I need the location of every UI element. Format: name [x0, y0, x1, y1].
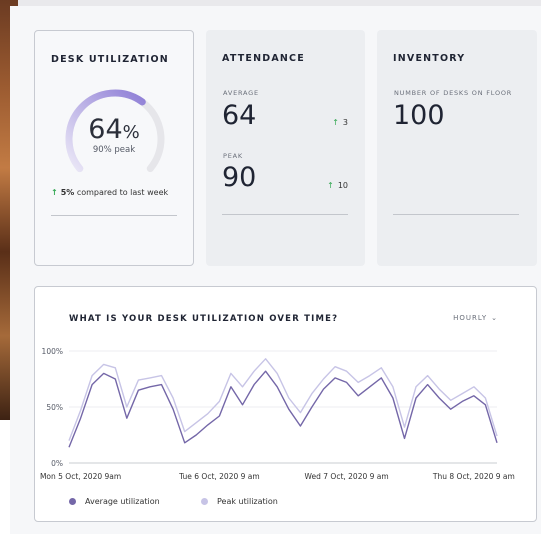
peak-delta-value: 10	[337, 181, 348, 190]
dashboard: DESK UTILIZATION 64% 90% peak ↑ 5% compar…	[10, 6, 541, 534]
gauge-number: 64	[88, 114, 123, 145]
x-tick-label: Thu 8 Oct, 2020 9 am	[432, 472, 515, 481]
up-arrow-icon: ↑	[327, 181, 334, 190]
average-label: AVERAGE	[223, 89, 259, 97]
legend-peak: Peak utilization	[201, 497, 278, 506]
desks-on-floor-value: 100	[393, 100, 445, 131]
comparison-text: compared to last week	[74, 188, 169, 197]
up-arrow-icon: ↑	[332, 118, 339, 127]
peak-value: 90	[222, 162, 257, 193]
average-delta-value: 3	[342, 118, 348, 127]
weekly-comparison: ↑ 5% compared to last week	[51, 188, 168, 197]
desk-utilization-title: DESK UTILIZATION	[51, 54, 169, 65]
comparison-value: 5%	[60, 188, 75, 197]
peak-label: PEAK	[223, 152, 243, 160]
inventory-title: INVENTORY	[393, 53, 466, 64]
x-tick-label: Wed 7 Oct, 2020 9 am	[305, 472, 389, 481]
average-delta: ↑ 3	[332, 118, 348, 127]
desk-utilization-card[interactable]: DESK UTILIZATION 64% 90% peak ↑ 5% compar…	[34, 30, 194, 266]
x-tick-label: Mon 5 Oct, 2020 9am	[40, 472, 121, 481]
legend-peak-label: Peak utilization	[217, 497, 278, 506]
inventory-card[interactable]: INVENTORY NUMBER OF DESKS ON FLOOR 100	[377, 30, 537, 266]
legend-average: Average utilization	[69, 497, 160, 506]
y-tick-label: 100%	[42, 347, 63, 356]
utilization-chart-card: WHAT IS YOUR DESK UTILIZATION OVER TIME?…	[34, 286, 537, 522]
y-tick-label: 0%	[51, 459, 63, 468]
gauge-value: 64%	[35, 114, 193, 145]
gauge-peak-label: 90% peak	[92, 145, 136, 155]
utilization-line-chart: 0% 50% 100% Mon 5 Oct, 2020 9am Tue 6 Oct, 2…	[40, 347, 515, 481]
attendance-title: ATTENDANCE	[222, 53, 305, 64]
desks-on-floor-label: NUMBER OF DESKS ON FLOOR	[394, 89, 513, 97]
gauge-unit: %	[122, 122, 140, 143]
card-divider	[393, 214, 519, 215]
card-divider	[51, 215, 177, 216]
legend-average-label: Average utilization	[85, 497, 160, 506]
peak-legend-dot	[201, 498, 208, 505]
y-tick-label: 50%	[46, 403, 63, 412]
peak-delta: ↑ 10	[327, 181, 348, 190]
peak-utilization-line	[68, 358, 498, 441]
average-value: 64	[222, 100, 257, 131]
card-divider	[222, 214, 348, 215]
attendance-card[interactable]: ATTENDANCE AVERAGE 64 ↑ 3 PEAK 90 ↑ 10	[206, 30, 365, 266]
average-legend-dot	[69, 498, 76, 505]
x-tick-label: Tue 6 Oct, 2020 9 am	[178, 472, 260, 481]
up-arrow-icon: ↑	[51, 188, 58, 197]
